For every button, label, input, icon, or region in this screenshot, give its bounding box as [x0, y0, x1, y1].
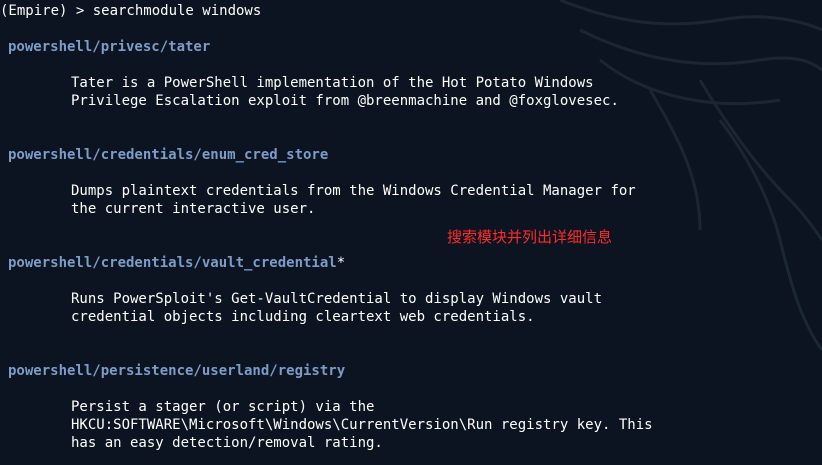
- module-name-line: powershell/persistence/userland/registry: [8, 362, 345, 380]
- module-name: powershell/credentials/vault_credential: [8, 255, 337, 271]
- module-name: powershell/persistence/userland/registry: [8, 363, 346, 379]
- module-description-line: Dumps plaintext credentials from the Win…: [71, 183, 636, 199]
- module-description-line: Runs PowerSploit's Get-VaultCredential t…: [71, 291, 603, 307]
- module-name: powershell/credentials/enum_cred_store: [8, 147, 329, 163]
- module-description-line: Persist a stager (or script) via the: [71, 399, 375, 415]
- module-description-line: Tater is a PowerShell implementation of …: [71, 75, 594, 91]
- module-description-line: HKCU:SOFTWARE\Microsoft\Windows\CurrentV…: [71, 417, 653, 433]
- annotation-label: 搜索模块并列出详细信息: [447, 228, 613, 246]
- module-name-line: powershell/credentials/enum_cred_store: [8, 146, 328, 164]
- module-suffix: *: [336, 255, 346, 271]
- command-text: searchmodule windows: [92, 3, 262, 19]
- module-description-line: the current interactive user.: [71, 201, 316, 217]
- command-line: (Empire) > searchmodule windows: [0, 2, 261, 20]
- module-name-line: powershell/privesc/tater: [8, 38, 210, 56]
- kali-dragon-watermark: [559, 0, 822, 351]
- module-description-line: credential objects including cleartext w…: [71, 309, 535, 325]
- module-name-line: powershell/credentials/vault_credential*: [8, 254, 345, 272]
- prompt: (Empire) >: [0, 3, 93, 19]
- module-name: powershell/privesc/tater: [8, 39, 211, 55]
- module-description-line: Privilege Escalation exploit from @breen…: [71, 93, 619, 109]
- module-description-line: has an easy detection/removal rating.: [71, 435, 383, 451]
